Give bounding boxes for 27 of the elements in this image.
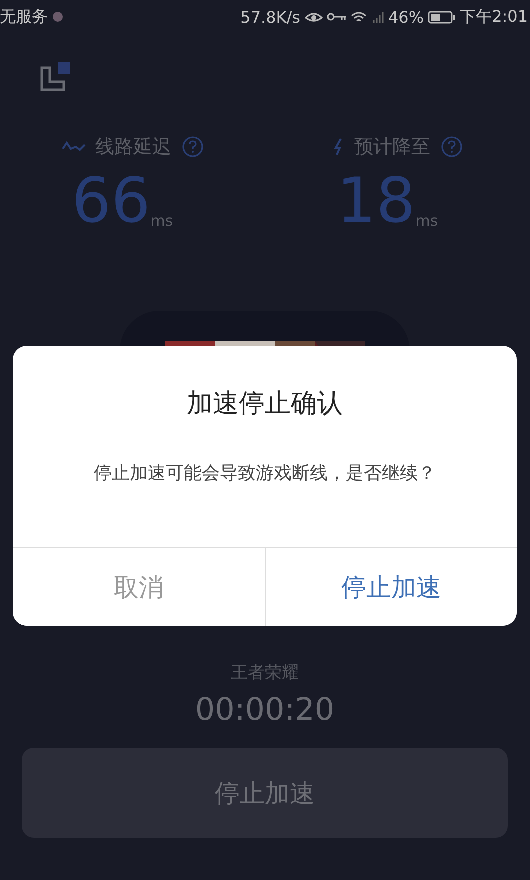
battery-text: 46%	[388, 8, 424, 26]
wifi-icon	[350, 10, 366, 24]
confirm-button[interactable]: 停止加速	[264, 548, 517, 626]
battery-icon	[428, 10, 456, 24]
game-name: 王者荣耀	[230, 662, 300, 684]
eye-icon	[304, 11, 322, 23]
dialog-title: 加速停止确认	[186, 388, 344, 421]
metric-label: 预计降至	[354, 135, 430, 160]
elapsed-timer: 00:00:20	[194, 692, 336, 728]
help-icon[interactable]	[440, 136, 462, 158]
stop-boost-button[interactable]: 停止加速	[22, 748, 508, 838]
clock-text: 下午2:01	[460, 6, 528, 28]
notification-icon	[52, 11, 64, 23]
metric-label: 线路延迟	[96, 135, 172, 160]
metric-value: 18	[336, 166, 416, 236]
signal-icon	[370, 10, 384, 24]
help-icon[interactable]	[182, 136, 204, 158]
network-speed: 57.8K/s	[240, 8, 300, 26]
carrier-text: 无服务	[0, 6, 48, 28]
key-icon	[326, 12, 346, 22]
window-icon[interactable]	[40, 60, 72, 92]
metric-unit: ms	[150, 212, 174, 230]
dialog-message: 停止加速可能会导致游戏断线，是否继续？	[93, 462, 437, 485]
lightning-icon	[332, 138, 344, 156]
metric-unit: ms	[416, 212, 438, 230]
pulse-icon	[62, 141, 86, 153]
metric-value: 66	[72, 166, 151, 236]
